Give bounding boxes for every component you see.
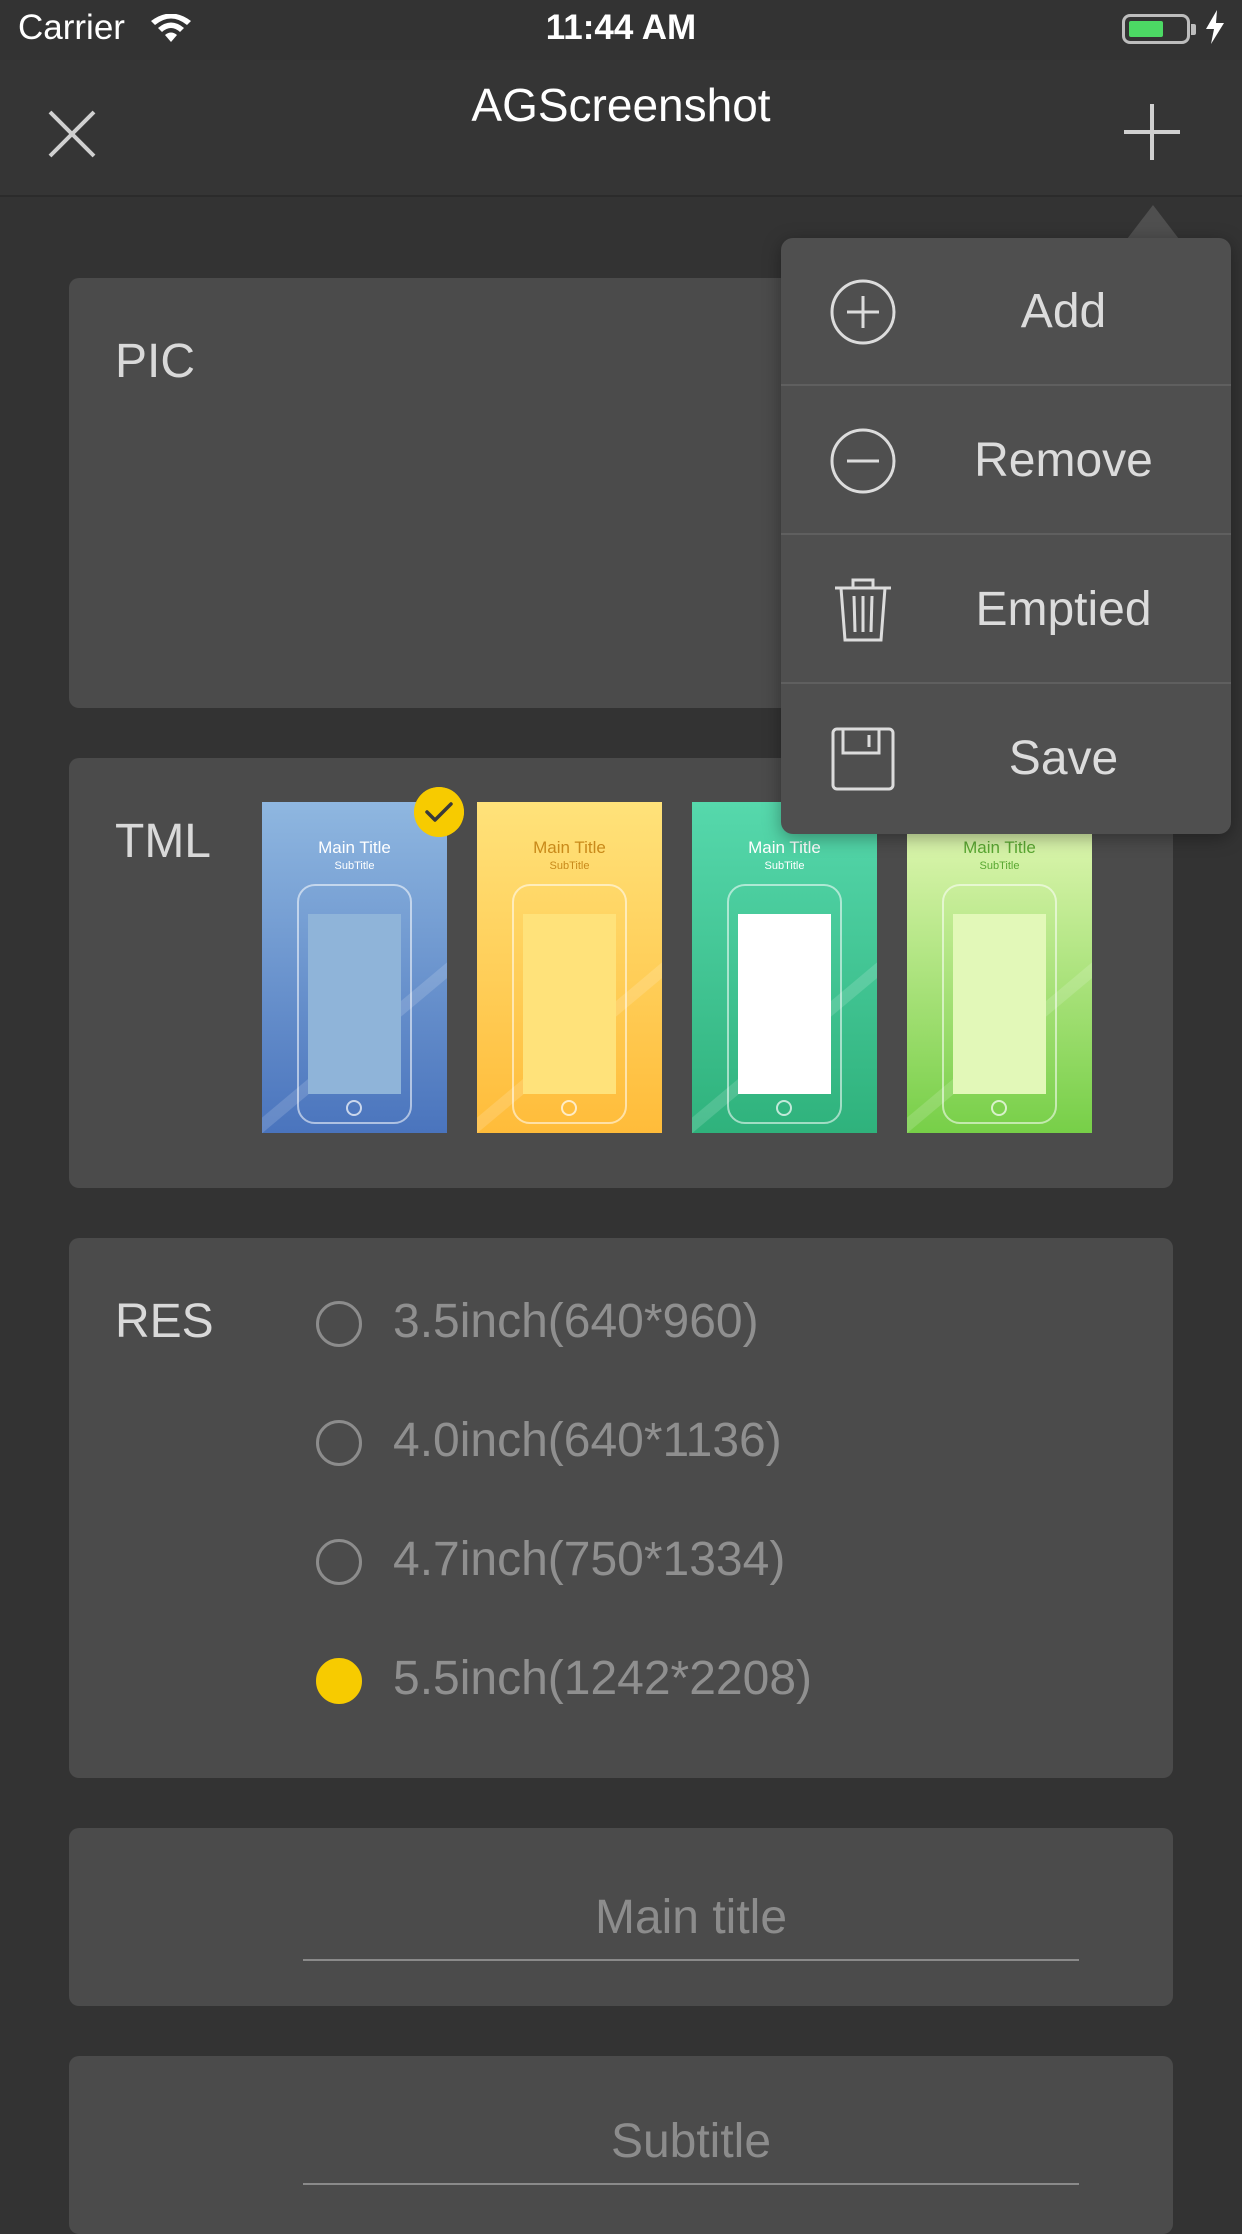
resolution-option-label: 3.5inch(640*960) [393,1295,759,1348]
subtitle-input[interactable] [303,2114,1079,2185]
radio-button[interactable] [316,1420,362,1466]
menu-item-label: Add [1020,285,1107,338]
template-thumbnail-1[interactable]: Main Title SubTitle [262,802,447,1133]
main-title-input[interactable] [303,1890,1079,1961]
phone-frame [727,884,842,1124]
template-thumbnail-4[interactable]: Main Title SubTitle [907,802,1092,1133]
status-time: 11:44 AM [545,8,697,47]
save-icon [831,727,895,791]
template-subtitle: SubTitle [549,860,590,872]
status-bar: Carrier 11:44 AM [0,0,1242,60]
menu-divider [781,533,1231,535]
phone-frame [942,884,1057,1124]
subtitle-card [69,2056,1173,2234]
template-main-title: Main Title [318,838,391,857]
resolution-option-label: 4.7inch(750*1334) [393,1533,786,1586]
template-thumbnail-2[interactable]: Main Title SubTitle [477,802,662,1133]
menu-item-add[interactable]: Add [781,238,1231,386]
template-subtitle: SubTitle [334,860,375,872]
pic-label: PIC [115,335,196,388]
menu-item-label: Remove [974,434,1153,487]
template-subtitle: SubTitle [979,860,1020,872]
navigation-bar: AGScreenshot [0,60,1242,197]
template-main-title: Main Title [533,838,606,857]
trash-icon [835,578,891,642]
battery-icon [1122,14,1196,44]
resolution-label: RES [115,1295,214,1348]
charging-bolt-icon [1206,10,1224,44]
menu-item-remove[interactable]: Remove [781,387,1231,535]
radio-button[interactable] [316,1539,362,1585]
menu-divider [781,682,1231,684]
template-thumbnail-3[interactable]: Main Title SubTitle [692,802,877,1133]
page-title: AGScreenshot [471,79,771,131]
phone-frame [512,884,627,1124]
phone-frame [297,884,412,1124]
menu-item-emptied[interactable]: Emptied [781,536,1231,684]
menu-item-label: Emptied [975,583,1152,636]
template-subtitle: SubTitle [764,860,805,872]
menu-item-save[interactable]: Save [781,685,1231,833]
resolution-option-label: 4.0inch(640*1136) [393,1414,782,1467]
selected-check-icon [414,787,464,837]
radio-button-selected[interactable] [316,1658,362,1704]
subtitle-field-wrap [303,2114,1079,2185]
template-main-title: Main Title [748,838,821,857]
main-title-field-wrap [303,1890,1079,1961]
remove-circle-icon [830,428,896,494]
main-title-card [69,1828,1173,2006]
resolution-option-label: 5.5inch(1242*2208) [393,1652,812,1705]
menu-divider [781,384,1231,386]
menu-item-label: Save [1008,732,1119,785]
action-menu: Add Remove Emptied Save [781,238,1231,834]
add-circle-icon [830,279,896,345]
template-main-title: Main Title [963,838,1036,857]
menu-arrow [1127,205,1179,239]
radio-button[interactable] [316,1301,362,1347]
template-label: TML [115,815,211,868]
plus-icon[interactable] [1118,98,1186,166]
